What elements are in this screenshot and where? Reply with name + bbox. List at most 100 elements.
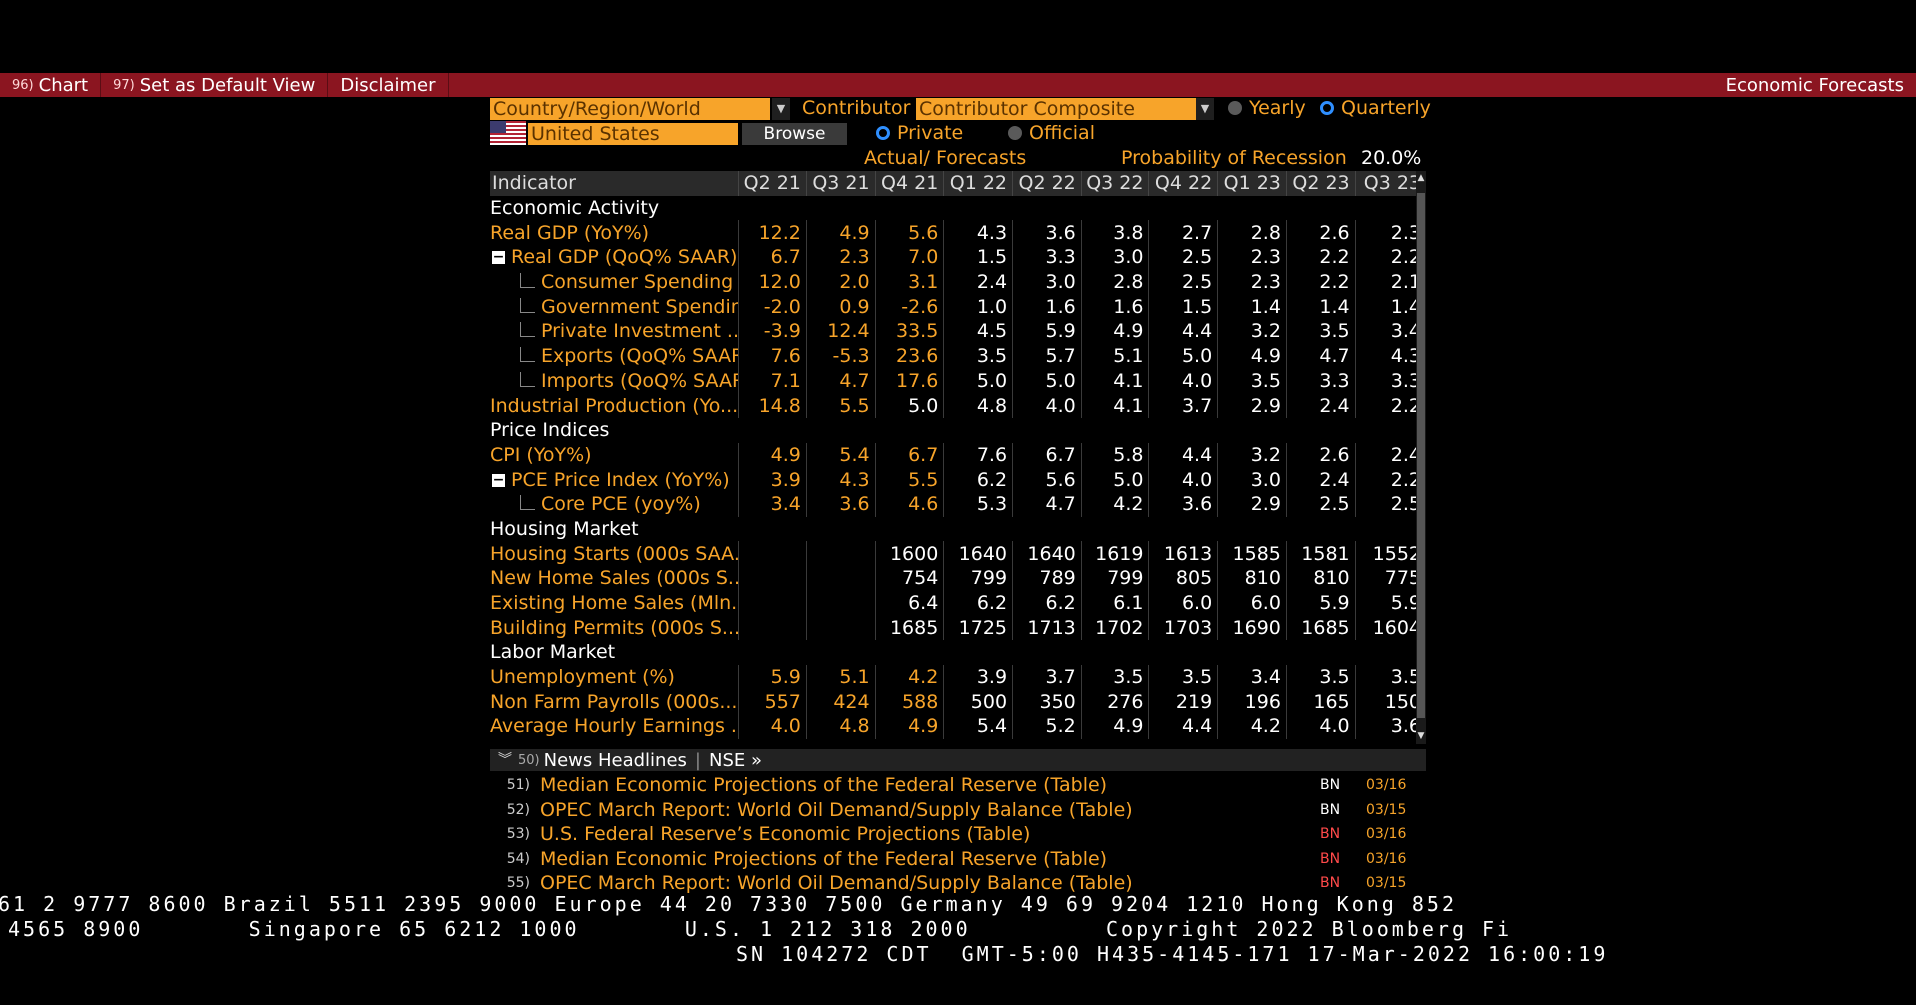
scroll-down-icon[interactable]: ▼	[1416, 731, 1426, 741]
table-cell[interactable]: 4.9	[874, 714, 944, 739]
table-cell[interactable]: 3.2	[1217, 442, 1287, 468]
table-row[interactable]: Core PCE (yoy%) 3.4 3.6 4.6 5.3 4.7 4.2 3.6 2.9 2…	[490, 491, 1426, 517]
table-cell[interactable]: 5.5	[874, 467, 944, 492]
table-cell[interactable]: 4.3	[805, 467, 876, 492]
table-cell[interactable]: 4.9	[1080, 714, 1149, 739]
table-cell[interactable]: 3.3	[1285, 368, 1356, 394]
table-cell[interactable]: 810	[1217, 566, 1287, 591]
indicator-name[interactable]: Consumer Spending ...	[490, 270, 739, 295]
table-cell[interactable]: 805	[1148, 566, 1218, 591]
table-row[interactable]: Exports (QoQ% SAAR) 7.6 -5.3 23.6 3.5 5.7 5.1 5…	[490, 343, 1426, 369]
table-cell[interactable]: 3.5	[1217, 368, 1287, 394]
table-cell[interactable]: 1690	[1217, 615, 1287, 641]
table-cell[interactable]: 1.4	[1285, 294, 1356, 320]
region-dropdown-arrow-icon[interactable]: ▼	[772, 98, 790, 120]
table-cell[interactable]: 3.5	[1148, 664, 1218, 690]
table-cell[interactable]: 6.2	[943, 590, 1013, 616]
table-cell[interactable]: 424	[805, 689, 876, 715]
table-cell[interactable]: 1713	[1012, 615, 1082, 641]
table-cell[interactable]: 5.9	[738, 664, 807, 690]
table-cell[interactable]: 1.4	[1217, 294, 1287, 320]
table-row[interactable]: Government Spendin...-2.00.9-2.61.01.61.…	[490, 294, 1426, 320]
table-cell[interactable]	[738, 615, 807, 641]
table-cell[interactable]: -5.3	[805, 343, 876, 369]
table-cell[interactable]: 4.7	[805, 368, 876, 394]
table-cell[interactable]: 4.0	[1012, 393, 1082, 418]
scrollbar-thumb[interactable]	[1417, 193, 1425, 718]
table-cell[interactable]: 4.4	[1148, 319, 1218, 344]
table-cell[interactable]: 350	[1012, 689, 1082, 715]
table-cell[interactable]: 4.6	[874, 491, 944, 517]
table-cell[interactable]: 5.5	[805, 393, 876, 418]
disclaimer-button[interactable]: Disclaimer	[328, 73, 449, 97]
news-item[interactable]: 52) OPEC March Report: World Oil Demand/S…	[490, 798, 1426, 822]
table-cell[interactable]: 3.6	[1012, 220, 1082, 246]
table-cell[interactable]: 1685	[874, 615, 944, 641]
table-cell[interactable]	[805, 566, 876, 591]
indicator-name[interactable]: Unemployment (%)	[490, 665, 739, 690]
news-bar-title[interactable]: News Headlines	[544, 750, 687, 771]
table-cell[interactable]: 12.2	[738, 220, 807, 246]
table-cell[interactable]: 1581	[1285, 541, 1356, 566]
table-cell[interactable]: 1600	[874, 541, 944, 566]
table-cell[interactable]: 4.9	[805, 220, 876, 246]
table-cell[interactable]: 3.9	[943, 664, 1013, 690]
table-cell[interactable]	[738, 590, 807, 616]
yearly-radio[interactable]: Yearly	[1228, 97, 1306, 119]
country-field[interactable]: United States	[528, 123, 738, 145]
table-cell[interactable]: 1703	[1148, 615, 1218, 641]
table-row[interactable]: New Home Sales (000s S... 754 799 789 799 805…	[490, 566, 1426, 591]
table-cell[interactable]: 4.3	[943, 220, 1013, 246]
header-period[interactable]: Q4 21	[874, 171, 944, 196]
table-cell[interactable]: 1.5	[1148, 294, 1218, 320]
table-cell[interactable]: 3.0	[1012, 269, 1082, 295]
table-cell[interactable]: 6.1	[1080, 590, 1149, 616]
set-default-view-button[interactable]: 97) Set as Default View	[101, 73, 329, 97]
table-row[interactable]: − PCE Price Index (YoY%) 3.9 4.3 5.5 6.2 5.6 5.…	[490, 467, 1426, 492]
table-cell[interactable]: 5.1	[1080, 343, 1149, 369]
table-cell[interactable]: 5.0	[1012, 368, 1082, 394]
table-cell[interactable]: 2.3	[1217, 269, 1287, 295]
table-cell[interactable]: 3.0	[1217, 467, 1287, 492]
browse-button[interactable]: Browse	[742, 123, 847, 145]
table-row[interactable]: − Real GDP (QoQ% SAAR) 6.7 2.3 7.0 1.5 3.3 3.0 2…	[490, 245, 1426, 270]
table-cell[interactable]: 2.3	[1217, 245, 1287, 270]
table-cell[interactable]: -3.9	[738, 319, 807, 344]
table-cell[interactable]: 799	[943, 566, 1013, 591]
indicator-name[interactable]: Core PCE (yoy%)	[490, 492, 739, 517]
table-cell[interactable]: 4.0	[1148, 368, 1218, 394]
table-cell[interactable]: 3.8	[1080, 220, 1149, 246]
table-cell[interactable]: 196	[1217, 689, 1287, 715]
table-scrollbar[interactable]: ▲ ▼	[1416, 171, 1426, 744]
table-cell[interactable]: 2.4	[943, 269, 1013, 295]
table-cell[interactable]: 1725	[943, 615, 1013, 641]
table-cell[interactable]: 3.4	[738, 491, 807, 517]
table-cell[interactable]: 33.5	[874, 319, 944, 344]
table-cell[interactable]: 1.0	[943, 294, 1013, 320]
indicator-name[interactable]: Exports (QoQ% SAAR)	[490, 344, 739, 369]
table-cell[interactable]: 3.5	[1285, 319, 1356, 344]
table-cell[interactable]: 2.9	[1217, 393, 1287, 418]
table-cell[interactable]: -2.6	[874, 294, 944, 320]
table-cell[interactable]: 4.8	[943, 393, 1013, 418]
header-period[interactable]: Q4 22	[1148, 171, 1218, 196]
table-cell[interactable]	[805, 590, 876, 616]
table-cell[interactable]: 1613	[1148, 541, 1218, 566]
table-row[interactable]: Industrial Production (Yo... 14.8 5.5 5.0 4.…	[490, 393, 1426, 418]
table-cell[interactable]: 2.6	[1285, 442, 1356, 468]
table-cell[interactable]: -2.0	[738, 294, 807, 320]
header-period[interactable]: Q2 23	[1285, 171, 1356, 196]
table-cell[interactable]: 754	[874, 566, 944, 591]
indicator-name[interactable]: Non Farm Payrolls (000s...	[490, 689, 739, 714]
table-cell[interactable]: 5.4	[943, 714, 1013, 739]
indicator-name[interactable]: Building Permits (000s S...	[490, 615, 739, 640]
table-cell[interactable]: 5.0	[874, 393, 944, 418]
table-cell[interactable]	[738, 541, 807, 566]
indicator-name[interactable]: Real GDP (YoY%)	[490, 220, 739, 245]
table-cell[interactable]: 2.5	[1285, 491, 1356, 517]
table-cell[interactable]: 1.5	[943, 245, 1013, 270]
indicator-name[interactable]: Housing Starts (000s SAA...	[490, 541, 739, 566]
table-cell[interactable]: 2.9	[1217, 491, 1287, 517]
table-cell[interactable]: 4.0	[738, 714, 807, 739]
table-row[interactable]: Private Investment ... -3.9 12.4 33.5 4.5 5.9…	[490, 319, 1426, 344]
